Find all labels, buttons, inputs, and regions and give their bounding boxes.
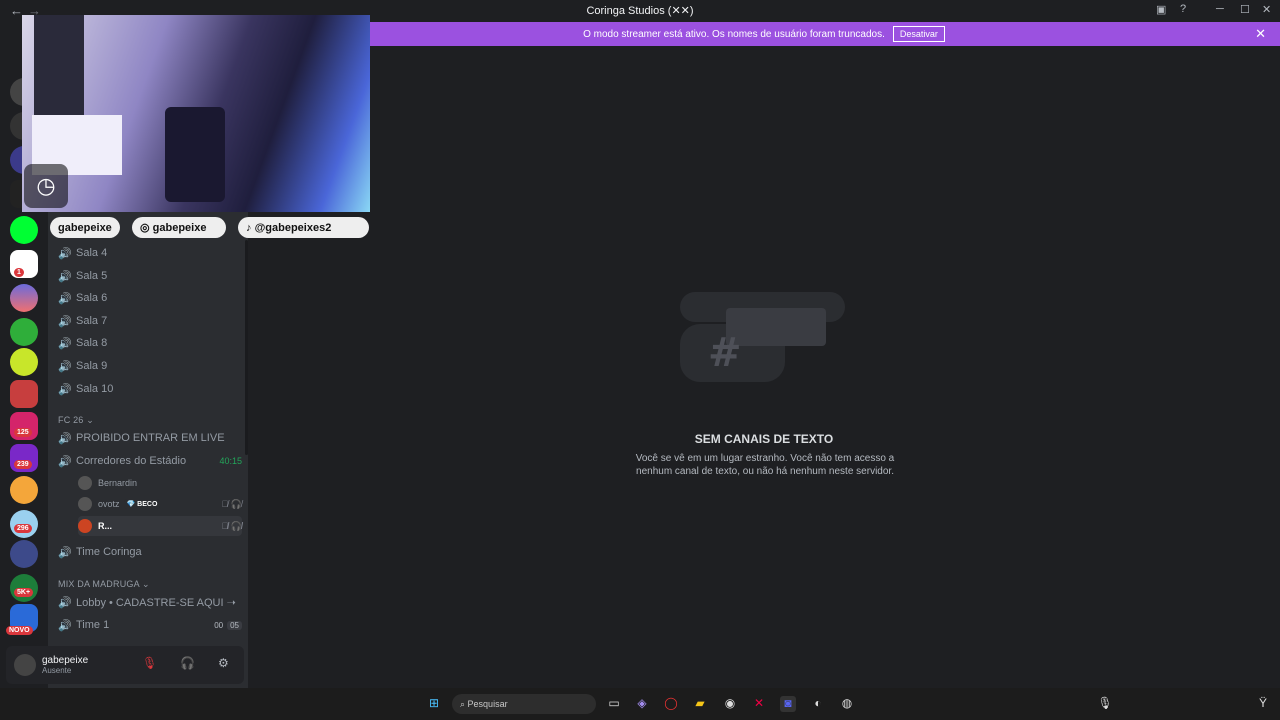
disable-streamer-button[interactable]: Desativar <box>892 26 945 42</box>
server-icon[interactable] <box>10 318 38 346</box>
avatar <box>78 476 92 490</box>
tiktok-icon: ♪ <box>246 221 255 234</box>
muted-icon: 🎙̸ 🎧̸ <box>221 498 242 509</box>
banner-text: O modo streamer está ativo. Os nomes de … <box>583 28 885 40</box>
username: gabepeixe <box>42 655 89 666</box>
empty-channel-illustration: # <box>680 292 845 382</box>
user-panel: gabepeixe Ausente 🎙 🎧 ⚙ <box>6 646 244 684</box>
user-limit: 05 <box>227 620 242 630</box>
instagram-icon: ◎ <box>140 222 153 234</box>
speaker-icon: 🔊 <box>58 247 72 260</box>
copilot-icon[interactable]: ◈ <box>634 696 650 712</box>
streamer-logo-icon: ◷ <box>24 164 68 208</box>
speaker-icon: 🔊 <box>58 360 72 373</box>
voice-channel[interactable]: 🔊 Sala 8 <box>58 333 242 353</box>
speaker-icon: 🔊 <box>58 292 72 305</box>
speaker-icon: 🔊 <box>58 315 72 328</box>
headphone-icon[interactable]: 🎧 <box>180 656 195 670</box>
avatar[interactable] <box>14 654 36 676</box>
category-fc26[interactable]: FC 26 ⌄ <box>58 415 94 426</box>
speaker-icon: 🔊 <box>58 619 72 632</box>
empty-state-title: SEM CANAIS DE TEXTO <box>694 432 834 446</box>
user-status: Ausente <box>42 666 72 675</box>
inbox-icon[interactable]: ▣ <box>1156 3 1166 16</box>
svg-text:#: # <box>708 330 742 376</box>
mic-muted-icon[interactable]: 🎙 <box>142 656 157 670</box>
server-badge: 125 <box>14 428 32 437</box>
new-badge: NOVO <box>6 626 33 635</box>
server-badge: 1 <box>14 268 24 277</box>
app-icon[interactable]: ◐ <box>810 696 826 712</box>
voice-channel[interactable]: 🔊 Sala 7 <box>58 311 242 331</box>
streamer-mode-banner: O modo streamer está ativo. Os nomes de … <box>248 22 1280 46</box>
server-badge: 296 <box>14 524 32 533</box>
call-timer: 40:15 <box>219 456 242 466</box>
category-mix[interactable]: MIX DA MADRUGA ⌄ <box>58 579 150 590</box>
taskbar-search[interactable]: ⌕ Pesquisar <box>452 694 596 714</box>
search-icon: ⌕ <box>460 698 468 709</box>
user-count: 00 <box>214 620 224 630</box>
muted-icon: 🎙̸ 🎧̸ <box>221 520 242 531</box>
server-icon[interactable] <box>10 380 38 408</box>
voice-channel[interactable]: 🔊 PROIBIDO ENTRAR EM LIVE <box>58 428 242 448</box>
server-badge: 239 <box>14 460 32 469</box>
avatar <box>78 497 92 511</box>
close-banner-icon[interactable]: ✕ <box>1255 26 1266 42</box>
obs-icon[interactable]: ◍ <box>839 696 855 712</box>
speaker-icon: 🔊 <box>58 455 72 468</box>
discord-icon[interactable]: ◙ <box>780 696 796 712</box>
voice-channel[interactable]: 🔊 Time Coringa <box>58 542 242 562</box>
voice-channel-active[interactable]: 🔊 Corredores do Estádio 40:15 <box>58 451 242 471</box>
mirror-shape <box>34 15 84 125</box>
speaker-icon: 🔊 <box>58 337 72 350</box>
server-icon[interactable] <box>10 348 38 376</box>
close-window-icon[interactable]: ✕ <box>1262 3 1271 16</box>
speaker-icon: 🔊 <box>58 432 72 445</box>
steam-icon[interactable]: ◉ <box>722 696 738 712</box>
task-view-icon[interactable]: ▭ <box>606 696 622 712</box>
capcut-icon[interactable]: ✕ <box>751 696 767 712</box>
microphone-icon[interactable]: 🎙 <box>1097 696 1113 712</box>
opera-icon[interactable]: ◯ <box>663 696 679 712</box>
tray-icon[interactable]: Ÿ <box>1255 696 1271 712</box>
avatar <box>78 519 92 533</box>
server-icon[interactable] <box>10 540 38 568</box>
folder-icon[interactable]: ▰ <box>692 696 708 712</box>
help-icon[interactable]: ? <box>1180 3 1186 15</box>
server-icon[interactable] <box>10 284 38 312</box>
voice-channel[interactable]: 🔊 Sala 5 <box>58 266 242 286</box>
voice-channel[interactable]: 🔊 Sala 10 <box>58 379 242 399</box>
voice-channel[interactable]: 🔊 Lobby • CADASTRE-SE AQUI ➝ <box>58 592 242 612</box>
settings-gear-icon[interactable]: ⚙ <box>218 656 229 670</box>
speaker-icon: 🔊 <box>58 383 72 396</box>
voice-user[interactable]: R... 🎙̸ 🎧̸ <box>78 516 242 536</box>
voice-channel[interactable]: 🔊 Time 1 00 05 <box>58 615 242 635</box>
start-icon[interactable]: ⊞ <box>426 696 442 712</box>
voice-channel[interactable]: 🔊 Sala 9 <box>58 356 242 376</box>
role-tag: 💎 BECO <box>123 499 161 509</box>
voice-channel[interactable]: 🔊 Sala 6 <box>58 288 242 308</box>
instagram-tag: ◎ gabepeixe <box>132 217 226 238</box>
voice-user[interactable]: ovotz 💎 BECO 🎙̸ 🎧̸ <box>78 494 242 514</box>
server-badge: 5K+ <box>14 588 34 597</box>
webcam-overlay <box>22 15 370 212</box>
server-icon[interactable] <box>10 216 38 244</box>
minimize-icon[interactable]: ─ <box>1216 3 1224 15</box>
server-icon[interactable] <box>10 476 38 504</box>
social-tag: gabepeixe <box>50 217 120 238</box>
maximize-icon[interactable]: ☐ <box>1240 3 1250 16</box>
empty-state-description: Você se vê em um lugar estranho. Você nã… <box>635 453 895 477</box>
speaker-icon: 🔊 <box>58 596 72 609</box>
speaker-icon: 🔊 <box>58 546 72 559</box>
voice-user[interactable]: Bernardin <box>78 473 242 493</box>
windows-taskbar: ⊞ ⌕ Pesquisar ▭ ◈ ◯ ▰ ◉ ✕ ◙ ◐ ◍ 🎙 Ÿ <box>0 688 1280 720</box>
speaker-icon: 🔊 <box>58 270 72 283</box>
main-content: # SEM CANAIS DE TEXTO Você se vê em um l… <box>248 46 1280 688</box>
chair-shape <box>165 107 225 202</box>
tiktok-tag: ♪ @gabepeixes2 <box>238 217 369 238</box>
voice-channel[interactable]: 🔊 Sala 4 <box>58 243 242 263</box>
